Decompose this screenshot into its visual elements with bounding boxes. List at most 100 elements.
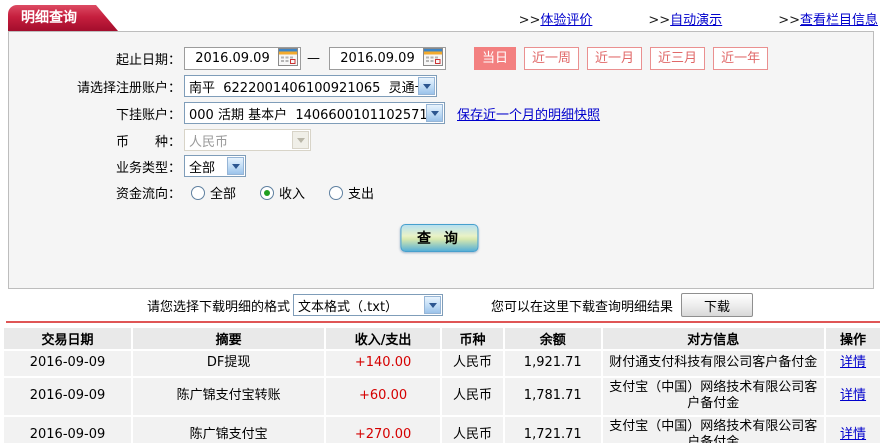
- cell-summary: DF提现: [133, 351, 325, 376]
- table-header-row: 交易日期 摘要 收入/支出 币种 余额 对方信息 操作: [4, 328, 880, 349]
- cell-currency: 人民币: [441, 378, 503, 415]
- save-monthly-snapshot-link[interactable]: 保存近一个月的明细快照: [457, 104, 600, 123]
- cell-balance: 1,921.71: [504, 351, 601, 376]
- cell-amount: +60.00: [326, 378, 440, 415]
- query-form-panel: 起止日期： 2016.09.09 — 2016.09.09 当日 近一周 近一月…: [8, 31, 874, 289]
- detail-query-page: 明细查询 >>体验评价 >>自动演示 >>查看栏目信息 起止日期： 2016.0…: [0, 0, 884, 443]
- radio-unchecked-icon[interactable]: [191, 185, 205, 200]
- download-format-value: 文本格式（.txt）: [298, 299, 399, 315]
- register-account-label: 请选择注册账户：: [76, 80, 181, 96]
- date-to-value[interactable]: 2016.09.09: [332, 51, 423, 66]
- business-type-row: 业务类型： 全部: [9, 155, 873, 177]
- flow-option-income[interactable]: 收入: [260, 183, 305, 202]
- cell-amount: +140.00: [326, 351, 440, 376]
- quick-range-month-button[interactable]: 近一月: [587, 47, 643, 70]
- cell-currency: 人民币: [441, 351, 503, 376]
- flow-option-label: 全部: [210, 187, 237, 202]
- cell-date: 2016-09-09: [4, 351, 132, 376]
- results-table: 交易日期 摘要 收入/支出 币种 余额 对方信息 操作 2016-09-09 D…: [2, 326, 882, 443]
- register-account-row: 请选择注册账户： 南平 6222001406100921065 灵通卡: [9, 75, 873, 97]
- col-header-balance: 余额: [504, 328, 601, 349]
- sub-account-label: 下挂账户：: [115, 107, 181, 123]
- sub-account-select[interactable]: 000 活期 基本户 1406600101102571848: [184, 102, 445, 124]
- fund-flow-row: 资金流向： 全部 收入 支出: [9, 183, 873, 202]
- cell-counterparty: 支付宝（中国）网络技术有限公司客户备付金: [602, 416, 825, 443]
- quick-range-quarter-button[interactable]: 近三月: [650, 47, 706, 70]
- tab-title: 明细查询: [21, 10, 77, 26]
- cell-currency: 人民币: [441, 416, 503, 443]
- cell-amount: +270.00: [326, 416, 440, 443]
- sub-account-row: 下挂账户： 000 活期 基本户 1406600101102571848 保存近…: [9, 102, 873, 124]
- link-view-column-info[interactable]: >>查看栏目信息: [778, 9, 878, 28]
- cell-date: 2016-09-09: [4, 416, 132, 443]
- cell-counterparty: 支付宝（中国）网络技术有限公司客户备付金: [602, 378, 825, 415]
- date-separator: —: [307, 51, 320, 66]
- red-divider-line: [6, 321, 880, 323]
- col-header-date: 交易日期: [4, 328, 132, 349]
- tab-detail-query[interactable]: 明细查询: [8, 5, 118, 31]
- chevron-down-icon[interactable]: [227, 157, 244, 175]
- date-from-value[interactable]: 2016.09.09: [187, 51, 278, 66]
- radio-checked-icon[interactable]: [260, 185, 275, 200]
- detail-link[interactable]: 详情: [840, 388, 866, 403]
- col-header-action: 操作: [826, 328, 880, 349]
- flow-option-expense[interactable]: 支出: [329, 183, 374, 202]
- table-row: 2016-09-09 陈广锦支付宝 +270.00 人民币 1,721.71 支…: [4, 416, 880, 443]
- download-row: 请您选择下载明细的格式 文本格式（.txt） 您可以在这里下载查询明细结果 下载: [0, 293, 884, 317]
- date-from-input[interactable]: 2016.09.09: [184, 47, 301, 70]
- business-type-select[interactable]: 全部: [184, 155, 246, 177]
- register-account-select[interactable]: 南平 6222001406100921065 灵通卡: [184, 75, 437, 97]
- link-prefix: >>: [778, 13, 800, 28]
- col-header-summary: 摘要: [133, 328, 325, 349]
- results-table-wrap: 交易日期 摘要 收入/支出 币种 余额 对方信息 操作 2016-09-09 D…: [2, 326, 882, 443]
- business-type-label: 业务类型：: [115, 160, 181, 176]
- download-format-label: 请您选择下载明细的格式: [147, 299, 291, 315]
- col-header-amount: 收入/支出: [326, 328, 440, 349]
- table-row: 2016-09-09 DF提现 +140.00 人民币 1,921.71 财付通…: [4, 351, 880, 376]
- col-header-currency: 币种: [441, 328, 503, 349]
- quick-range-week-button[interactable]: 近一周: [524, 47, 580, 70]
- chevron-down-icon[interactable]: [426, 104, 443, 122]
- link-auto-demo[interactable]: >>自动演示: [648, 9, 722, 28]
- business-type-value: 全部: [189, 160, 216, 176]
- chevron-down-icon[interactable]: [424, 296, 442, 314]
- chevron-down-icon: [292, 131, 309, 149]
- query-button[interactable]: 查 询: [400, 224, 479, 252]
- register-account-value: 南平 6222001406100921065 灵通卡: [189, 80, 418, 96]
- cell-summary: 陈广锦支付宝转账: [133, 378, 325, 415]
- link-prefix: >>: [648, 13, 671, 28]
- cell-summary: 陈广锦支付宝: [133, 416, 325, 443]
- fund-flow-label: 资金流向：: [115, 187, 181, 202]
- chevron-down-icon[interactable]: [418, 77, 435, 95]
- calendar-icon[interactable]: [423, 47, 443, 70]
- quick-range-today-button[interactable]: 当日: [474, 47, 517, 70]
- date-to-input[interactable]: 2016.09.09: [329, 47, 446, 70]
- cell-counterparty: 财付通支付科技有限公司客户备付金: [602, 351, 825, 376]
- download-format-select[interactable]: 文本格式（.txt）: [293, 294, 444, 316]
- cell-balance: 1,721.71: [504, 416, 601, 443]
- flow-option-label: 收入: [279, 187, 306, 202]
- currency-label: 币 种：: [115, 134, 181, 150]
- detail-link[interactable]: 详情: [840, 427, 866, 442]
- quick-range-year-button[interactable]: 近一年: [713, 47, 769, 70]
- download-hint: 您可以在这里下载查询明细结果: [491, 299, 674, 315]
- top-links: >>体验评价 >>自动演示 >>查看栏目信息: [463, 9, 878, 28]
- date-range-row: 起止日期： 2016.09.09 — 2016.09.09 当日 近一周 近一月…: [9, 47, 873, 70]
- download-button[interactable]: 下载: [681, 293, 754, 317]
- cell-date: 2016-09-09: [4, 378, 132, 415]
- flow-option-all[interactable]: 全部: [191, 183, 236, 202]
- calendar-icon[interactable]: [278, 47, 298, 70]
- detail-link[interactable]: 详情: [840, 355, 866, 370]
- table-row: 2016-09-09 陈广锦支付宝转账 +60.00 人民币 1,781.71 …: [4, 378, 880, 415]
- link-prefix: >>: [518, 13, 541, 28]
- col-header-counterparty: 对方信息: [602, 328, 825, 349]
- radio-unchecked-icon[interactable]: [329, 185, 344, 200]
- currency-value: 人民币: [189, 134, 229, 150]
- currency-select: 人民币: [184, 129, 311, 151]
- flow-option-label: 支出: [348, 187, 375, 202]
- sub-account-value: 000 活期 基本户 1406600101102571848: [189, 107, 426, 123]
- link-experience-rating[interactable]: >>体验评价: [519, 9, 593, 28]
- currency-row: 币 种： 人民币: [9, 129, 873, 151]
- date-range-label: 起止日期：: [115, 53, 181, 68]
- cell-balance: 1,781.71: [504, 378, 601, 415]
